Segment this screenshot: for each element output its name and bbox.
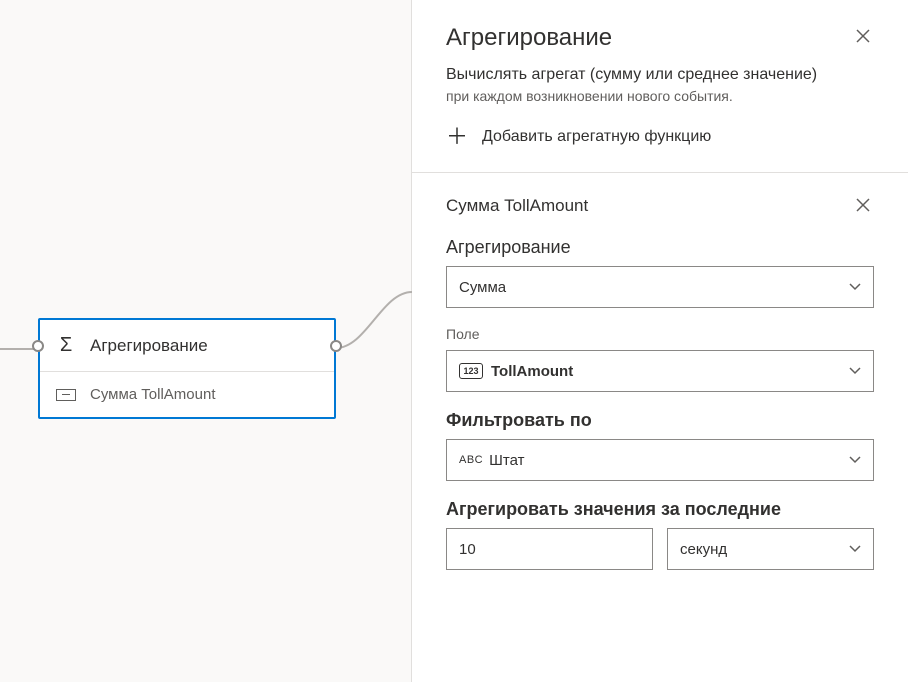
number-type-icon: 123 — [459, 363, 483, 379]
filter-select[interactable]: ABC Штат — [446, 439, 874, 481]
section-header: Сумма TollAmount — [446, 193, 874, 219]
window-unit-value: секунд — [680, 541, 727, 558]
field-rect-icon — [54, 388, 78, 402]
panel-title: Агрегирование — [446, 24, 612, 52]
filter-field-group: Фильтровать по ABC Штат — [446, 410, 874, 481]
field-select[interactable]: 123 TollAmount — [446, 350, 874, 392]
window-field-group: Агрегировать значения за последние 10 се… — [446, 499, 874, 570]
node-header[interactable]: Σ Агрегирование — [40, 320, 334, 372]
connector-right — [336, 290, 412, 350]
panel-description: Вычислять агрегат (сумму или среднее зна… — [412, 60, 908, 104]
aggregation-label: Агрегирование — [446, 237, 874, 258]
field-field-group: Поле 123 TollAmount — [446, 326, 874, 392]
node-title: Агрегирование — [90, 336, 208, 356]
close-panel-button[interactable] — [852, 24, 874, 50]
panel-header: Агрегирование — [412, 0, 908, 60]
field-value: TollAmount — [491, 363, 573, 380]
chevron-down-icon — [849, 283, 861, 291]
node-item-label: Сумма TollAmount — [90, 386, 216, 403]
window-value-input[interactable]: 10 — [446, 528, 653, 570]
plus-icon: ＋ — [446, 126, 468, 148]
desc-sub: при каждом возникновении нового события. — [446, 88, 874, 104]
node-body[interactable]: Сумма TollAmount — [40, 372, 334, 417]
window-value: 10 — [459, 541, 476, 558]
string-type-icon: ABC — [459, 454, 483, 466]
remove-aggregate-button[interactable] — [852, 193, 874, 219]
canvas-area: Σ Агрегирование Сумма TollAmount — [0, 0, 412, 682]
close-icon — [856, 29, 870, 43]
sigma-icon: Σ — [54, 334, 78, 357]
aggregation-value: Сумма — [459, 279, 506, 296]
input-port[interactable] — [32, 340, 44, 352]
close-icon — [856, 198, 870, 212]
section-title: Сумма TollAmount — [446, 196, 588, 216]
chevron-down-icon — [849, 367, 861, 375]
field-label: Поле — [446, 326, 874, 342]
desc-main: Вычислять агрегат (сумму или среднее зна… — [446, 66, 874, 84]
aggregation-node[interactable]: Σ Агрегирование Сумма TollAmount — [38, 318, 336, 419]
aggregation-field-group: Агрегирование Сумма — [446, 237, 874, 308]
output-port[interactable] — [330, 340, 342, 352]
window-unit-select[interactable]: секунд — [667, 528, 874, 570]
properties-panel: Агрегирование Вычислять агрегат (сумму и… — [412, 0, 908, 682]
add-aggregate-button[interactable]: ＋ Добавить агрегатную функцию — [412, 104, 908, 172]
aggregate-section: Сумма TollAmount Агрегирование Сумма Пол… — [412, 173, 908, 596]
chevron-down-icon — [849, 456, 861, 464]
filter-value: Штат — [489, 452, 524, 469]
window-label: Агрегировать значения за последние — [446, 499, 874, 520]
filter-label: Фильтровать по — [446, 410, 874, 431]
add-aggregate-label: Добавить агрегатную функцию — [482, 128, 711, 146]
chevron-down-icon — [849, 545, 861, 553]
aggregation-select[interactable]: Сумма — [446, 266, 874, 308]
